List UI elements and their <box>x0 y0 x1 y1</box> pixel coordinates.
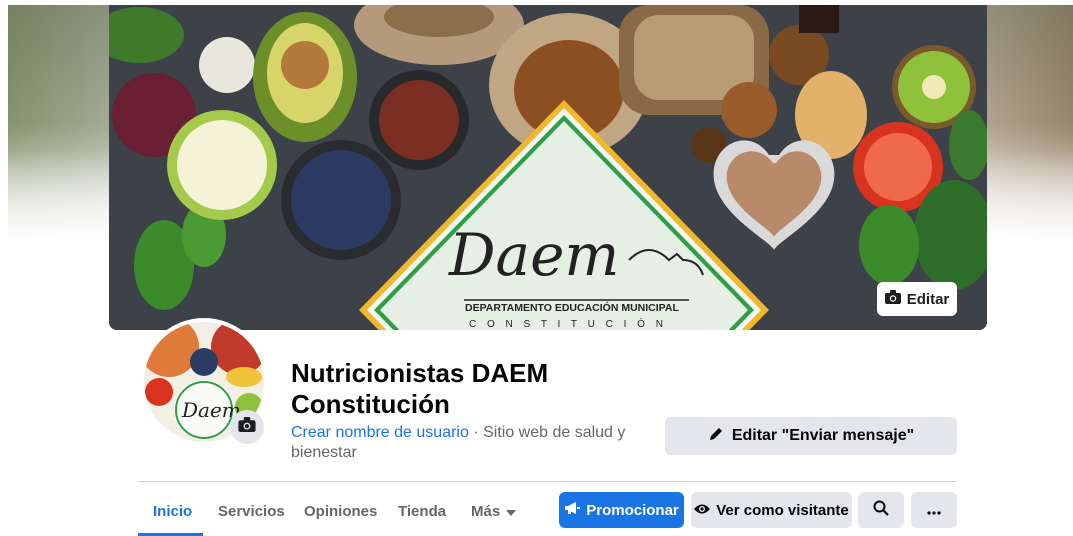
logo-line1: DEPARTAMENTO EDUCACIÓN MUNICIPAL <box>465 301 679 314</box>
eye-icon <box>694 502 711 519</box>
megaphone-icon <box>564 501 581 519</box>
tab-mas[interactable]: Más <box>471 493 517 529</box>
logo-script: Daem <box>448 221 619 289</box>
edit-send-message-button[interactable]: Editar "Enviar mensaje" <box>665 417 957 455</box>
cover-illustration: Daem DEPARTAMENTO EDUCACIÓN MUNICIPAL C … <box>109 5 987 330</box>
tab-servicios[interactable]: Servicios <box>218 493 285 529</box>
cover-photo[interactable]: Daem DEPARTAMENTO EDUCACIÓN MUNICIPAL C … <box>109 5 987 330</box>
tab-opiniones[interactable]: Opiniones <box>304 493 377 529</box>
tab-label: Inicio <box>153 502 193 520</box>
promote-label: Promocionar <box>586 501 679 519</box>
tab-label: Más <box>471 502 501 520</box>
edit-cover-label: Editar <box>906 290 950 308</box>
tab-inicio[interactable]: Inicio <box>153 493 192 529</box>
tab-tienda[interactable]: Tienda <box>398 493 446 529</box>
more-icon <box>927 502 941 519</box>
edit-cover-button[interactable]: Editar <box>877 282 957 316</box>
page-edge <box>0 0 8 536</box>
subtitle-separator: · <box>468 424 484 441</box>
avatar-camera-button[interactable] <box>230 410 264 444</box>
promote-button[interactable]: Promocionar <box>559 492 684 528</box>
view-as-visitor-button[interactable]: Ver como visitante <box>691 492 852 528</box>
view-as-visitor-label: Ver como visitante <box>716 501 849 519</box>
camera-icon <box>238 417 256 437</box>
tab-label: Opiniones <box>304 502 378 520</box>
search-button[interactable] <box>858 492 904 528</box>
edit-send-message-label: Editar "Enviar mensaje" <box>731 427 915 444</box>
divider <box>138 481 956 482</box>
caret-down-icon <box>506 503 517 520</box>
page-title: Nutricionistas DAEM Constitución <box>291 358 549 419</box>
search-icon <box>873 500 889 520</box>
camera-icon <box>884 290 901 308</box>
tab-label: Servicios <box>218 502 285 520</box>
logo-line2: C O N S T I T U C I Ó N <box>469 317 667 330</box>
page-subtitle: Crear nombre de usuario · Sitio web de s… <box>291 423 651 463</box>
more-options-button[interactable] <box>911 492 957 528</box>
tab-label: Tienda <box>398 502 447 520</box>
create-username-link[interactable]: Crear nombre de usuario <box>291 424 469 441</box>
pencil-icon <box>708 426 724 447</box>
